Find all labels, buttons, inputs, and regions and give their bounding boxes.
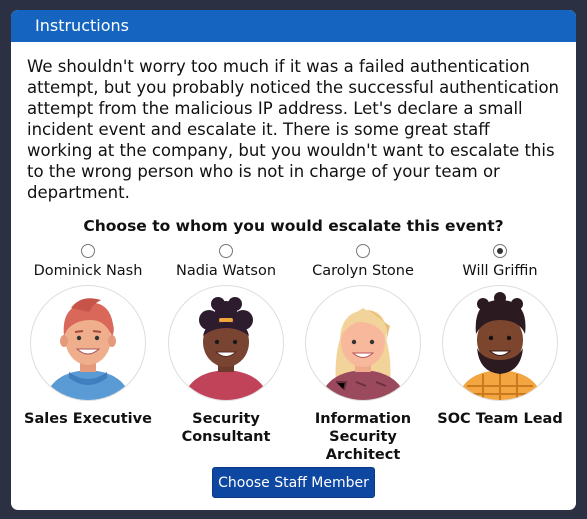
staff-option-carolyn-stone[interactable]: Carolyn Stone Information Security Archi… <box>295 244 431 464</box>
panel-title: Instructions <box>35 16 129 35</box>
escalation-question: Choose to whom you would escalate this e… <box>83 217 504 235</box>
staff-radio-carolyn-stone[interactable] <box>356 244 370 258</box>
staff-option-will-griffin[interactable]: Will Griffin SOC Team Lead <box>432 244 568 428</box>
staff-option-dominick-nash[interactable]: Dominick Nash Sales Executive <box>20 244 156 428</box>
avatar-nadia-watson <box>168 285 284 401</box>
choose-staff-member-button[interactable]: Choose Staff Member <box>212 467 375 498</box>
intro-text: We shouldn't worry too much if it was a … <box>27 57 560 202</box>
staff-radio-dominick-nash[interactable] <box>81 244 95 258</box>
staff-name: Will Griffin <box>462 263 538 279</box>
panel-header: Instructions <box>11 10 576 42</box>
avatar-dominick-nash <box>30 285 146 401</box>
staff-role: Information Security Architect <box>314 411 412 463</box>
avatar-carolyn-stone <box>305 285 421 401</box>
instructions-panel: Instructions We shouldn't worry too much… <box>11 10 576 510</box>
staff-name: Nadia Watson <box>175 263 277 279</box>
staff-name: Dominick Nash <box>33 263 143 279</box>
staff-radio-will-griffin[interactable] <box>493 244 507 258</box>
staff-option-nadia-watson[interactable]: Nadia Watson Security Consultant <box>158 244 294 446</box>
staff-role: SOC Team Lead <box>437 411 563 427</box>
staff-radio-nadia-watson[interactable] <box>219 244 233 258</box>
staff-role: Sales Executive <box>24 411 152 427</box>
staff-role: Security Consultant <box>181 411 271 445</box>
avatar-will-griffin <box>442 285 558 401</box>
staff-name: Carolyn Stone <box>312 263 414 279</box>
